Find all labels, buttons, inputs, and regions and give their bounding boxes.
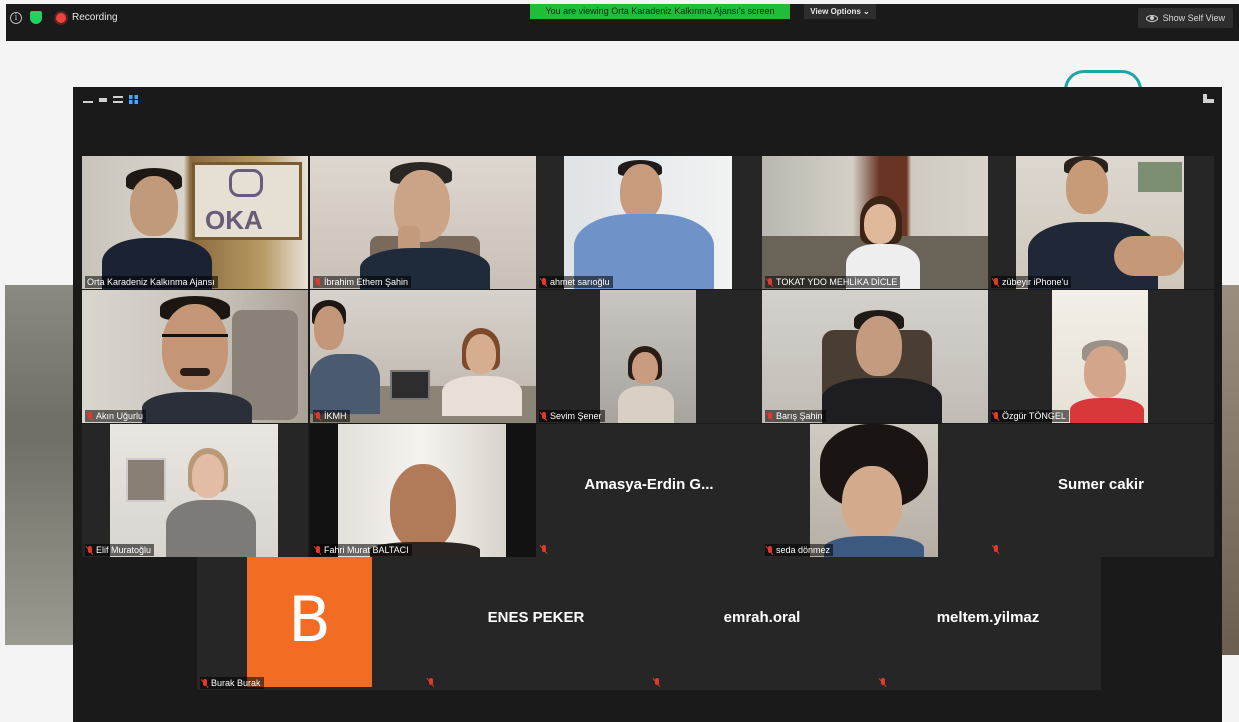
participant-name: Fahri Murat BALTACI [313,544,412,556]
participant-tile[interactable]: Elif Muratoğlu [82,424,308,557]
mic-muted-icon [541,411,547,421]
participant-tile[interactable]: seda dönmez [762,424,988,557]
participant-tile[interactable]: B Burak Burak [197,557,423,690]
participant-name: ahmet sarıoğlu [539,276,613,288]
participant-name: Sevim Şener [539,410,605,422]
participant-tile[interactable]: Özgür TÖNGEL [988,290,1214,423]
participant-name-display: Amasya-Erdin G... [584,476,714,493]
mic-muted-icon [202,678,208,688]
mic-muted-icon [87,545,93,555]
mic-muted-icon [315,545,321,555]
participant-tile[interactable]: Sevim Şener [536,290,762,423]
mic-muted-icon [654,678,660,687]
eye-icon [1145,14,1158,22]
show-self-view-button[interactable]: Show Self View [1137,8,1233,28]
mic-muted-icon [87,411,93,421]
participant-name: zübeyir iPhone'u [991,276,1072,288]
logo-board: OKA [192,162,302,240]
mic-muted-icon [315,411,321,421]
participant-tile[interactable]: OKA Orta Karadeniz Kalkınma Ajansı [82,156,308,289]
participant-tile[interactable]: İKMH [310,290,536,423]
mic-muted-icon [428,678,434,687]
participant-name: Akın Uğurlu [85,410,147,422]
recording-icon [56,12,66,23]
participant-tile[interactable]: TOKAT YDO MEHLİKA DİCLE [762,156,988,289]
mic-muted-icon [541,545,547,554]
participant-name: Burak Burak [200,677,264,689]
participant-tile[interactable]: Sumer cakir [988,424,1214,557]
participant-name: Barış Şahin [765,410,826,422]
mic-muted-icon [880,678,886,687]
shared-slide-image-left [5,285,73,645]
participant-name: Orta Karadeniz Kalkınma Ajansı [85,276,218,288]
oka-logo: OKA [205,205,263,235]
thumbnail-strip-icon[interactable] [99,97,107,102]
shield-icon[interactable] [30,11,42,24]
gallery-view-window: OKA Orta Karadeniz Kalkınma Ajansı İbrah… [73,87,1222,722]
show-self-view-label: Show Self View [1162,13,1225,23]
mic-muted-icon [767,411,773,421]
mic-muted-icon [767,545,773,555]
participant-name-display: ENES PEKER [487,609,585,626]
participant-tile[interactable]: meltem.yilmaz [875,557,1101,690]
zoom-meeting-screen: i Recording You are viewing Orta Karaden… [0,0,1239,722]
participant-tile[interactable]: emrah.oral [649,557,875,690]
view-mode-toolbar [83,95,138,104]
mic-muted-icon [315,277,321,287]
participant-name: İbrahim Ethem Şahin [313,276,412,288]
mic-muted-icon [767,277,773,287]
participant-name: seda dönmez [765,544,834,556]
minimize-icon[interactable] [83,97,93,103]
mic-muted-icon [993,411,999,421]
avatar: B [247,557,372,687]
participant-name-display: Sumer cakir [1058,476,1144,493]
participant-tile[interactable]: Fahri Murat BALTACI [310,424,536,557]
participant-tile[interactable]: Barış Şahin [762,290,988,423]
screen-share-banner: You are viewing Orta Karadeniz Kalkınma … [530,4,790,19]
gallery-view-icon[interactable] [129,95,138,104]
participant-tile[interactable]: Akın Uğurlu [82,290,308,423]
fullscreen-icon[interactable] [1203,94,1214,103]
participant-name: Özgür TÖNGEL [991,410,1069,422]
participant-name: TOKAT YDO MEHLİKA DİCLE [765,276,901,288]
view-options-button[interactable]: View Options ⌄ [804,4,876,19]
participant-name: Elif Muratoğlu [85,544,155,556]
participant-tile[interactable]: Amasya-Erdin G... [536,424,762,557]
recording-label: Recording [72,12,118,23]
participant-tile[interactable]: ENES PEKER [423,557,649,690]
participant-tile[interactable]: zübeyir iPhone'u [988,156,1214,289]
shared-slide-image-right [1222,285,1239,655]
meeting-top-bar: i Recording You are viewing Orta Karaden… [6,4,1239,41]
mic-muted-icon [993,277,999,287]
info-icon[interactable]: i [10,11,22,24]
participant-tile[interactable]: ahmet sarıoğlu [536,156,762,289]
participant-name-display: emrah.oral [723,609,801,626]
mic-muted-icon [541,277,547,287]
participant-name: İKMH [313,410,350,422]
speaker-view-icon[interactable] [113,96,123,103]
participant-tile[interactable]: İbrahim Ethem Şahin [310,156,536,289]
participant-name-display: meltem.yilmaz [936,609,1040,626]
mic-muted-icon [993,545,999,554]
